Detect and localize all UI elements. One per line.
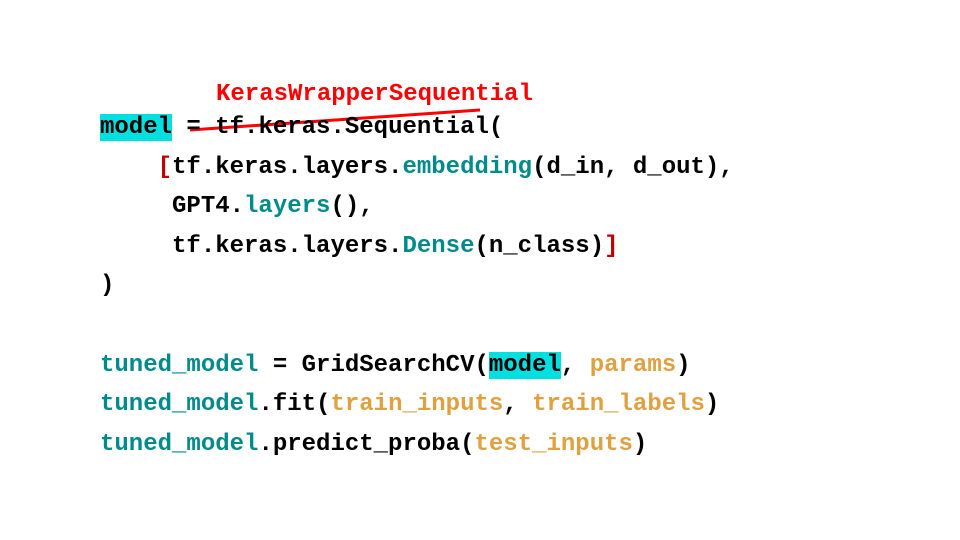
fit-comma: , [503, 391, 532, 418]
dense-args: (n_class) [474, 233, 604, 260]
pp-close: ) [633, 431, 647, 458]
train-inputs-arg: train_inputs [330, 391, 503, 418]
params-arg: params [590, 352, 676, 379]
assign-op: = [172, 114, 215, 141]
list-open-bracket: [ [158, 154, 172, 181]
layers-call: layers [244, 193, 330, 220]
code-block: model = tf.keras.Sequential( [tf.keras.l… [100, 108, 734, 464]
close-paren: ) [100, 272, 114, 299]
layers-end: (), [330, 193, 373, 220]
open-paren: ( [489, 114, 503, 141]
slide: KerasWrapperSequential model = tf.keras.… [0, 0, 960, 540]
indent [100, 154, 158, 181]
model-ref-highlight: model [489, 352, 561, 379]
var-model-def: model [100, 114, 172, 141]
gpt4-prefix: GPT4. [100, 193, 244, 220]
predict-proba-call: .predict_proba( [258, 431, 474, 458]
list-close-bracket: ] [604, 233, 618, 260]
var-tuned-model-3: tuned_model [100, 431, 258, 458]
fit-close: ) [705, 391, 719, 418]
embedding-call: embedding [402, 154, 532, 181]
fit-call: .fit( [258, 391, 330, 418]
gs-close: ) [676, 352, 690, 379]
var-tuned-model-1: tuned_model [100, 352, 258, 379]
tf-layers-prefix-2: tf.keras.layers. [100, 233, 402, 260]
embedding-args: (d_in, d_out), [532, 154, 734, 181]
gs-comma: , [561, 352, 590, 379]
var-tuned-model-2: tuned_model [100, 391, 258, 418]
tf-layers-prefix-1: tf.keras.layers. [172, 154, 402, 181]
train-labels-arg: train_labels [532, 391, 705, 418]
gridsearch-call: = GridSearchCV( [258, 352, 488, 379]
dense-call: Dense [402, 233, 474, 260]
crossed-out-text: tf.keras.Sequential [215, 114, 489, 141]
test-inputs-arg: test_inputs [474, 431, 632, 458]
